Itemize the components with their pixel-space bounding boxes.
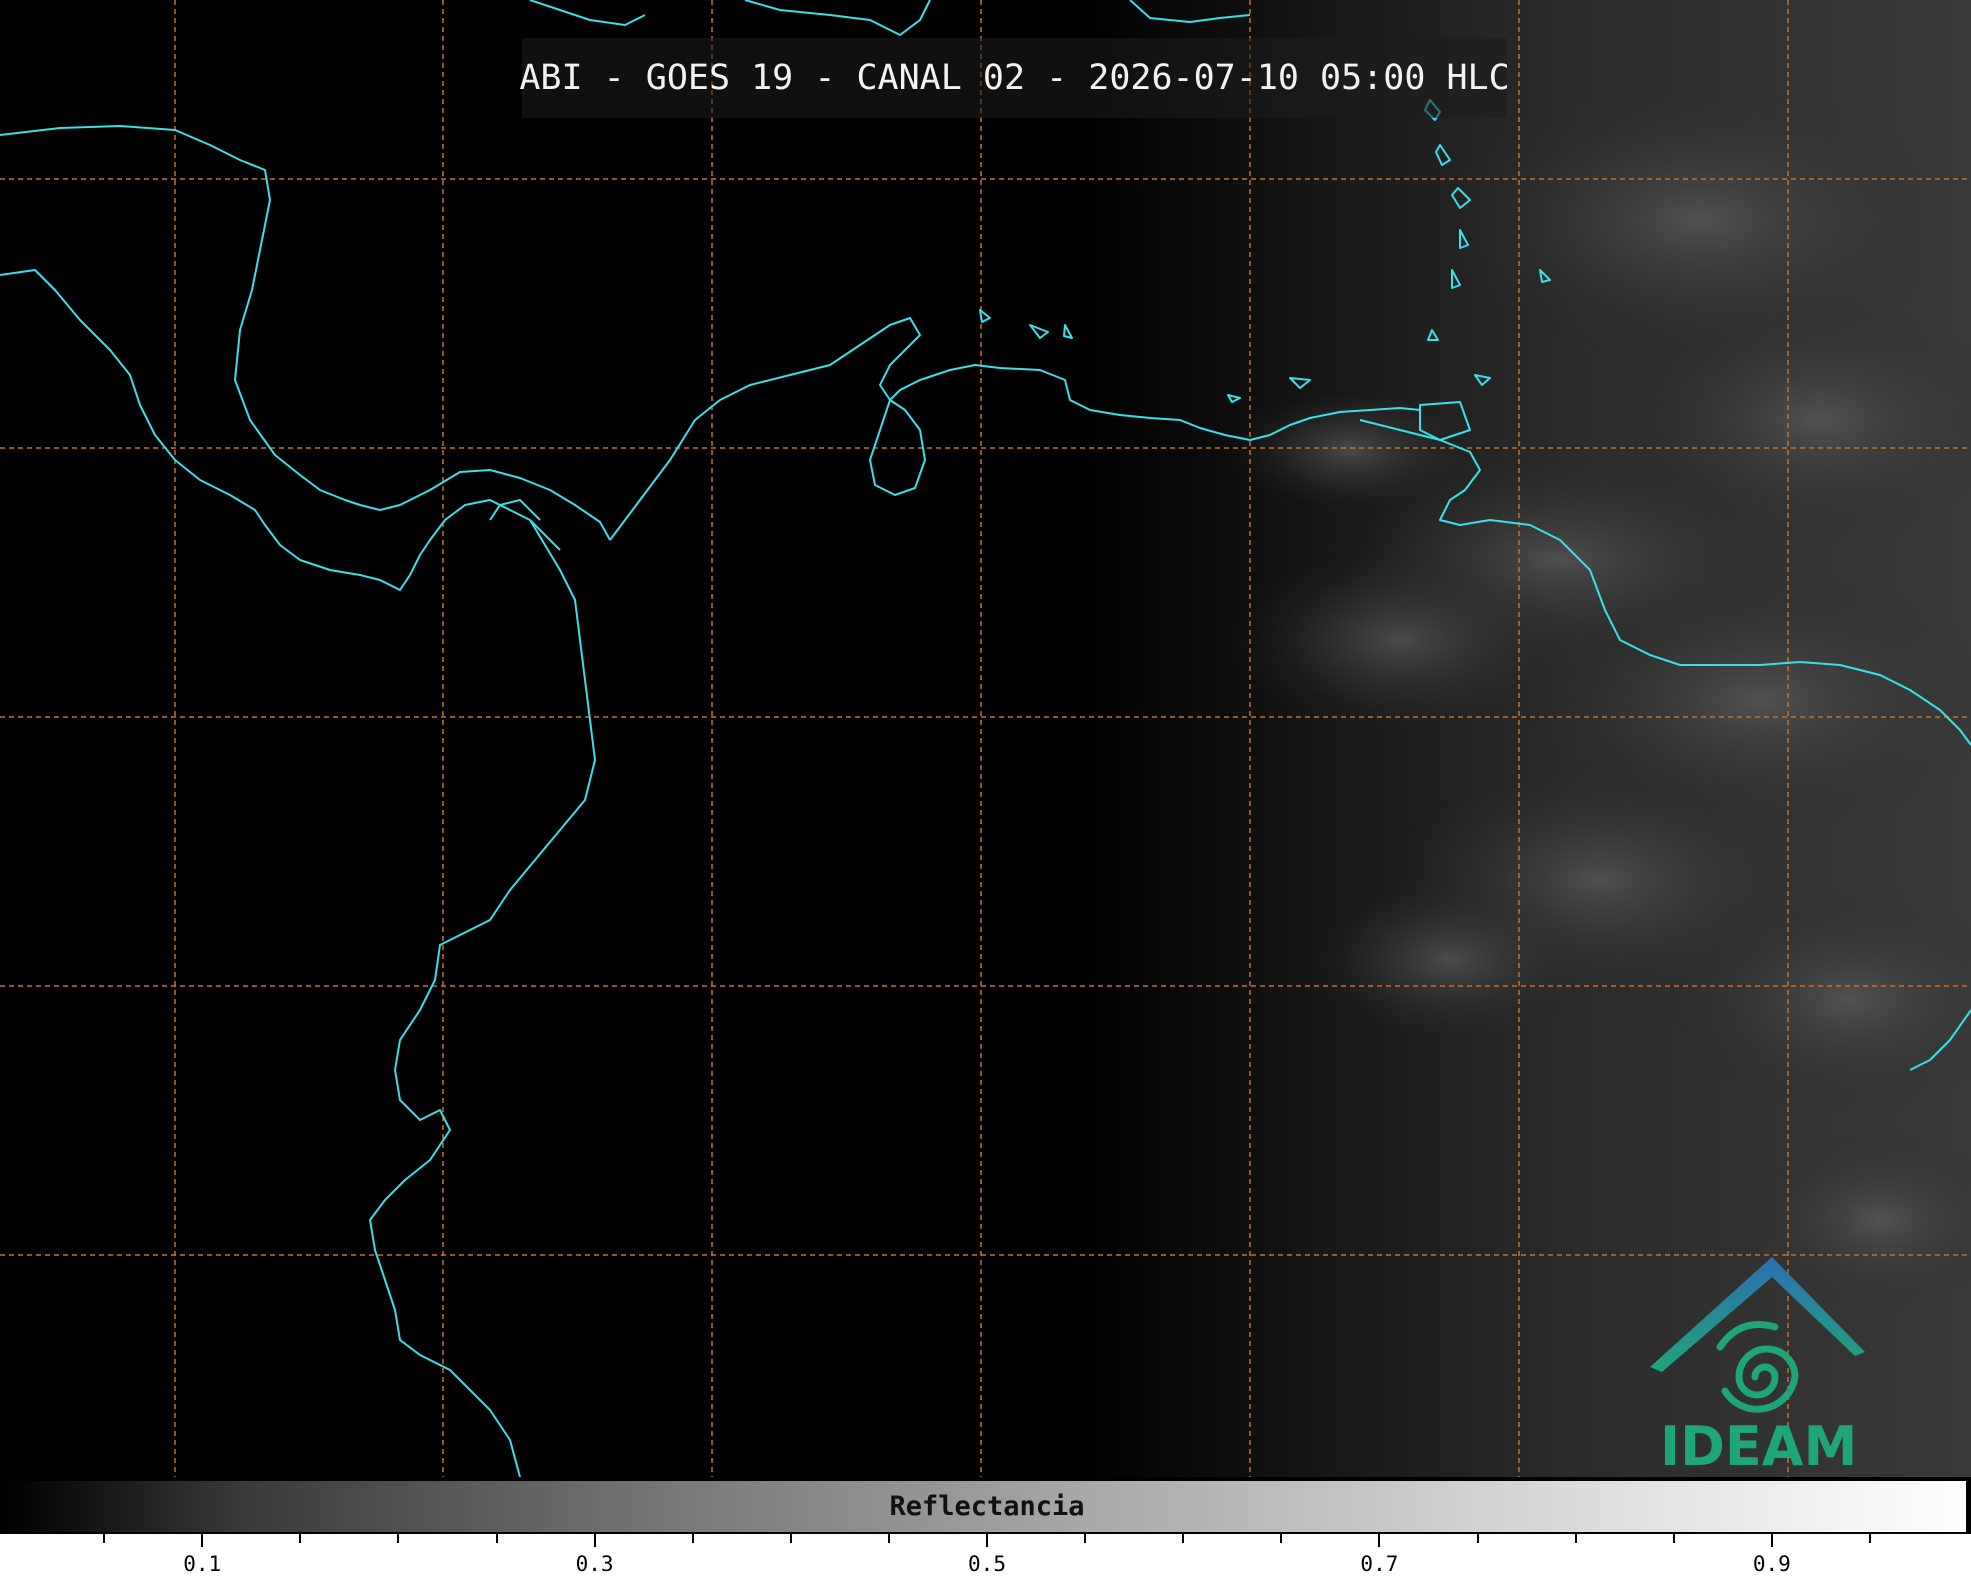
colorbar-major-tick xyxy=(986,1534,988,1547)
colorbar-tick-label: 0.1 xyxy=(183,1552,222,1576)
colorbar-major-tick xyxy=(593,1534,596,1547)
colorbar-major-tick xyxy=(1770,1534,1773,1547)
colorbar-minor-tick xyxy=(789,1534,792,1543)
colorbar-minor-tick xyxy=(495,1534,498,1543)
colorbar-minor-tick xyxy=(1574,1534,1577,1543)
colorbar-minor-tick xyxy=(397,1534,400,1543)
colorbar-minor-tick xyxy=(103,1534,106,1543)
colorbar: Reflectancia xyxy=(6,1479,1968,1534)
ideam-logo-text: IDEAM xyxy=(1660,1415,1858,1478)
colorbar-minor-tick xyxy=(299,1534,302,1543)
colorbar-minor-tick xyxy=(1868,1534,1871,1543)
colorbar-ticks: 0.1 0.3 0.5 0.7 0.9 xyxy=(0,1534,1971,1577)
colorbar-minor-tick xyxy=(1280,1534,1283,1543)
colorbar-major-tick xyxy=(201,1534,204,1547)
colorbar-tick-label: 0.3 xyxy=(575,1552,614,1576)
colorbar-minor-tick xyxy=(691,1534,694,1543)
colorbar-minor-tick xyxy=(1182,1534,1185,1543)
colorbar-tick-label: 0.7 xyxy=(1360,1552,1399,1576)
colorbar-minor-tick xyxy=(887,1534,890,1543)
colorbar-major-tick xyxy=(1378,1534,1381,1547)
colorbar-minor-tick xyxy=(1672,1534,1675,1543)
colorbar-tick-label: 0.9 xyxy=(1752,1552,1791,1576)
colorbar-minor-tick xyxy=(1476,1534,1479,1543)
colorbar-label: Reflectancia xyxy=(889,1491,1085,1522)
map-title: ABI - GOES 19 - CANAL 02 - 2026-07-10 05… xyxy=(519,38,1510,118)
colorbar-minor-tick xyxy=(1084,1534,1087,1543)
colorbar-tick-label: 0.5 xyxy=(968,1552,1006,1576)
